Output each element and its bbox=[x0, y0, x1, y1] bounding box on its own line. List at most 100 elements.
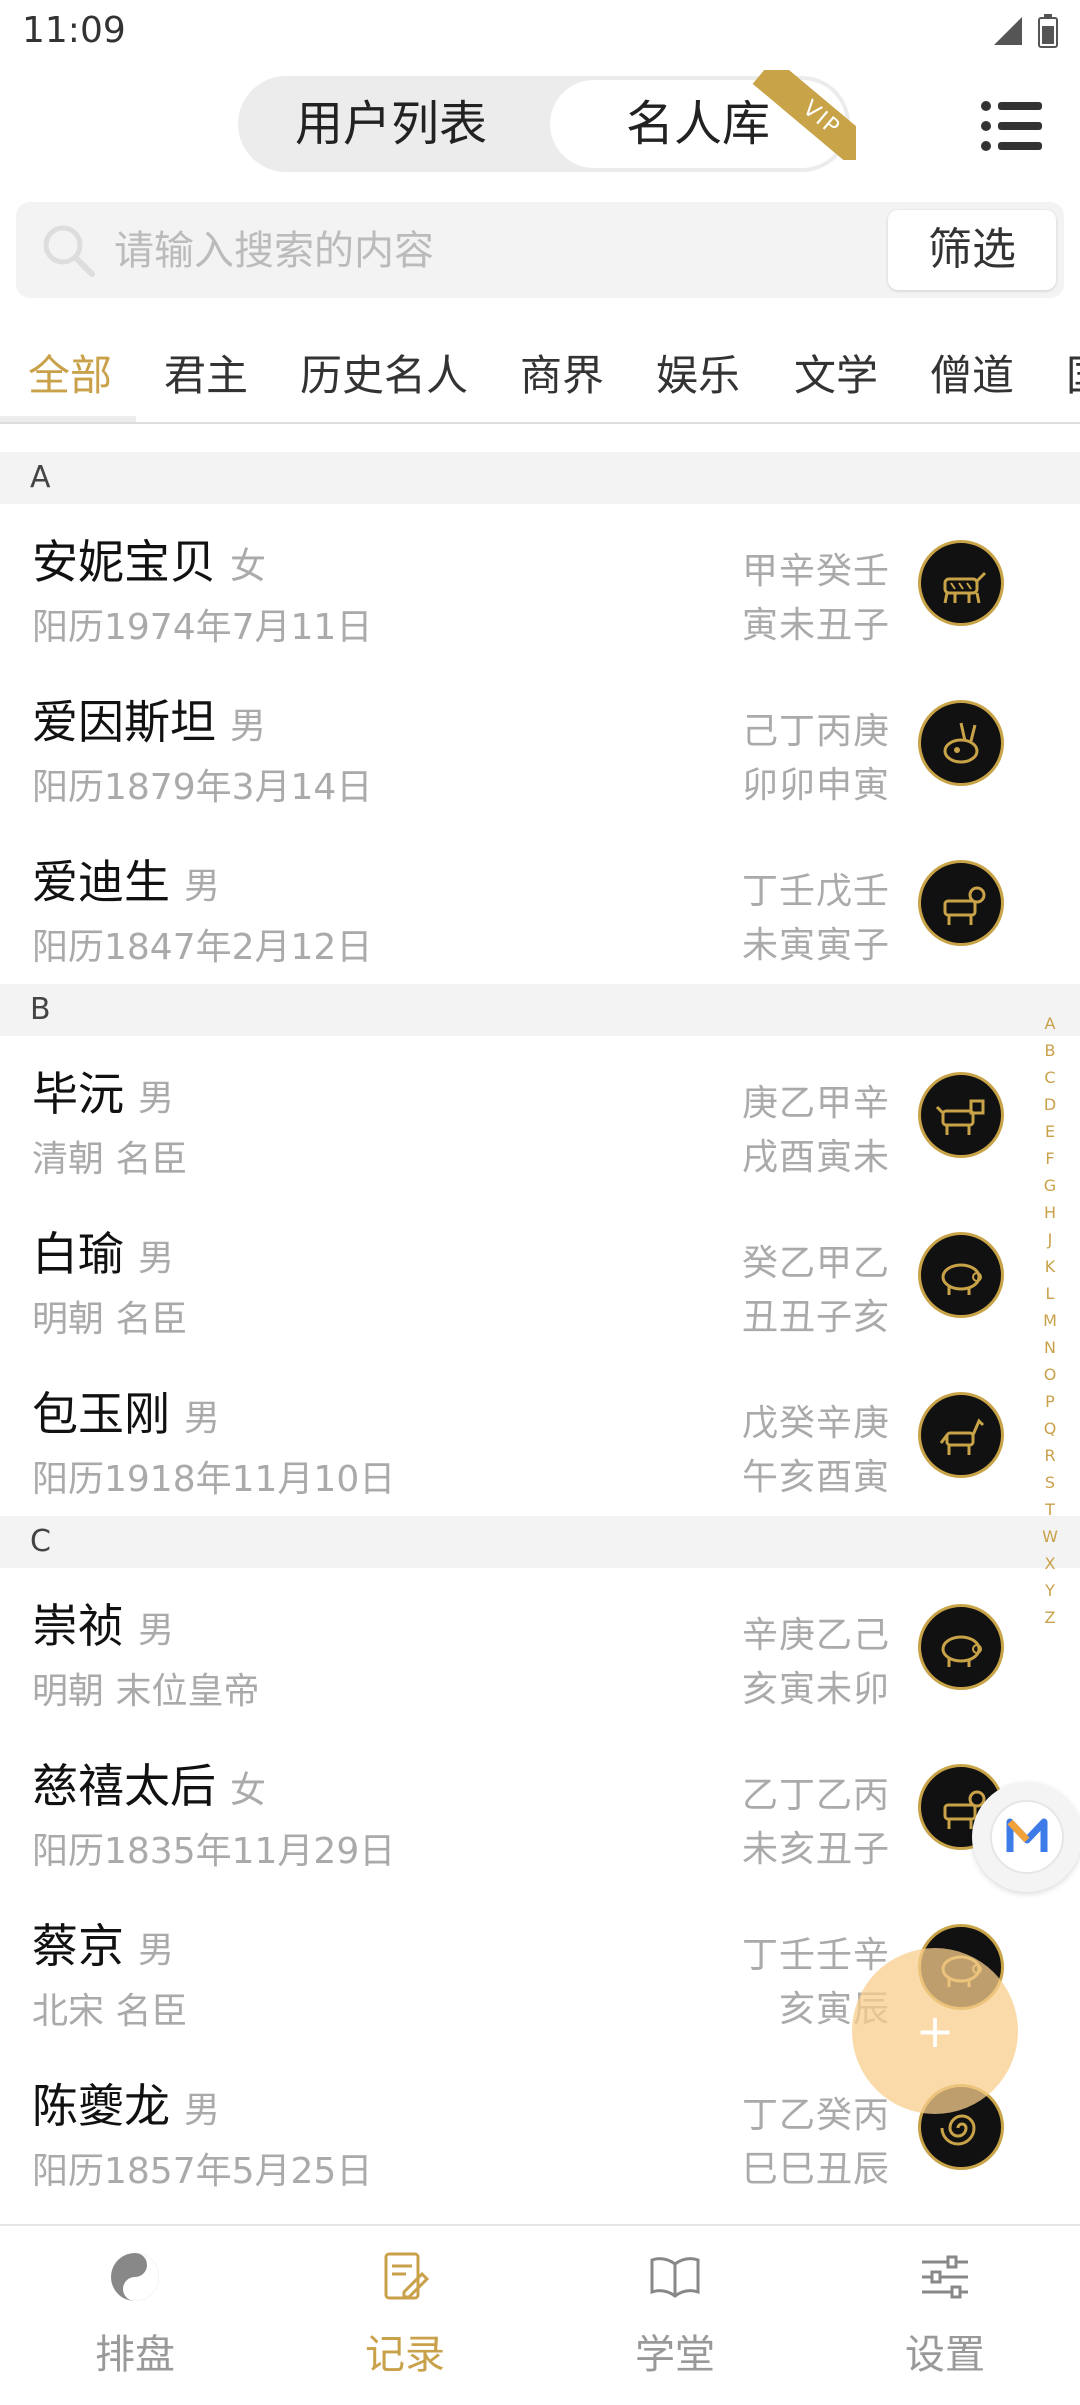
alphabet-index-letter[interactable]: G bbox=[1038, 1172, 1062, 1199]
nav-item-chart[interactable]: 排盘 bbox=[0, 2226, 270, 2405]
category-tab-historical[interactable]: 历史名人 bbox=[300, 342, 468, 403]
alphabet-index-letter[interactable]: N bbox=[1038, 1334, 1062, 1361]
category-tab-business[interactable]: 商界 bbox=[520, 342, 604, 403]
person-birth-info: 明朝 名臣 bbox=[32, 1299, 188, 1340]
bazi-stems: 丁壬戊壬 bbox=[741, 871, 890, 912]
person-name: 白瑜 bbox=[32, 1227, 124, 1281]
bazi-branches: 戌酉寅未 bbox=[741, 1137, 890, 1178]
bazi-stems: 戊癸辛庚 bbox=[741, 1403, 890, 1444]
alphabet-index-letter[interactable]: O bbox=[1038, 1361, 1062, 1388]
alphabet-index-letter[interactable]: C bbox=[1038, 1064, 1062, 1091]
alphabet-index-letter[interactable]: F bbox=[1038, 1145, 1062, 1172]
nav-item-records[interactable]: 记录 bbox=[270, 2226, 540, 2405]
alphabet-index-letter[interactable]: E bbox=[1038, 1118, 1062, 1145]
active-tab-indicator bbox=[0, 416, 136, 422]
bottom-navigation: 排盘 记录 学堂 设置 bbox=[0, 2224, 1080, 2405]
alphabet-index-letter[interactable]: K bbox=[1038, 1253, 1062, 1280]
alphabet-index-letter[interactable]: X bbox=[1038, 1550, 1062, 1577]
person-birth-info: 清朝 名臣 bbox=[32, 1139, 188, 1180]
bazi-branches: 午亥酉寅 bbox=[741, 1457, 890, 1498]
filter-button[interactable]: 筛选 bbox=[888, 210, 1056, 290]
alphabet-index-letter[interactable]: P bbox=[1038, 1388, 1062, 1415]
alphabet-index-letter[interactable]: M bbox=[1038, 1307, 1062, 1334]
person-name: 爱迪生 bbox=[32, 855, 170, 909]
person-name: 爱因斯坦 bbox=[32, 695, 216, 749]
list-item[interactable]: 慈禧太后女 阳历1835年11月29日 乙丁乙丙 未亥丑子 bbox=[0, 1728, 1080, 1888]
alphabet-index-letter[interactable]: B bbox=[1038, 1037, 1062, 1064]
person-gender: 男 bbox=[230, 706, 267, 747]
bazi-stems: 甲辛癸壬 bbox=[741, 551, 890, 592]
list-item[interactable]: 爱迪生男 阳历1847年2月12日 丁壬戊壬 未寅寅子 bbox=[0, 824, 1080, 984]
alphabet-index-letter[interactable]: Q bbox=[1038, 1415, 1062, 1442]
add-button[interactable]: + bbox=[852, 1948, 1018, 2114]
person-gender: 男 bbox=[138, 1930, 175, 1971]
bazi-stems: 己丁丙庚 bbox=[741, 711, 890, 752]
pig-zodiac-icon bbox=[918, 1604, 1004, 1690]
section-header-c: C bbox=[0, 1516, 1080, 1568]
assistant-logo-icon bbox=[990, 1800, 1064, 1874]
section-header-a: A bbox=[0, 452, 1080, 504]
list-item[interactable]: 毕沅男 清朝 名臣 庚乙甲辛 戌酉寅未 bbox=[0, 1036, 1080, 1196]
bazi-branches: 巳巳丑辰 bbox=[741, 2149, 890, 2190]
person-name: 崇祯 bbox=[32, 1599, 124, 1653]
alphabet-index-letter[interactable]: T bbox=[1038, 1496, 1062, 1523]
section-header-b: B bbox=[0, 984, 1080, 1036]
person-birth-info: 阳历1879年3月14日 bbox=[32, 767, 373, 808]
alphabet-index-letter[interactable]: Z bbox=[1038, 1604, 1062, 1631]
alphabet-index-letter[interactable]: R bbox=[1038, 1442, 1062, 1469]
bazi-stems: 丁乙癸丙 bbox=[741, 2095, 890, 2136]
alphabet-index-letter[interactable]: D bbox=[1038, 1091, 1062, 1118]
floating-assistant-button[interactable] bbox=[972, 1782, 1080, 1892]
list-item[interactable]: 爱因斯坦男 阳历1879年3月14日 己丁丙庚 卯卯申寅 bbox=[0, 664, 1080, 824]
alphabet-index-letter[interactable]: S bbox=[1038, 1469, 1062, 1496]
category-tab-entertainment[interactable]: 娱乐 bbox=[656, 342, 740, 403]
category-tab-literature[interactable]: 文学 bbox=[794, 342, 878, 403]
bazi-stems: 癸乙甲乙 bbox=[741, 1243, 890, 1284]
category-tab-all[interactable]: 全部 bbox=[28, 342, 112, 403]
alphabet-index-letter[interactable]: H bbox=[1038, 1199, 1062, 1226]
nav-item-learn[interactable]: 学堂 bbox=[540, 2226, 810, 2405]
note-edit-icon bbox=[384, 2252, 430, 2300]
person-gender: 男 bbox=[138, 1610, 175, 1651]
bazi-stems: 庚乙甲辛 bbox=[741, 1083, 890, 1124]
sliders-icon bbox=[922, 2255, 968, 2299]
alphabet-index-letter[interactable]: Y bbox=[1038, 1577, 1062, 1604]
person-name: 慈禧太后 bbox=[32, 1759, 216, 1813]
alphabet-index-letter[interactable]: A bbox=[1038, 1010, 1062, 1037]
alphabet-index-letter[interactable]: W bbox=[1038, 1523, 1062, 1550]
person-gender: 女 bbox=[230, 546, 267, 587]
bazi-branches: 寅未丑子 bbox=[741, 605, 890, 646]
person-birth-info: 阳历1847年2月12日 bbox=[32, 927, 373, 968]
search-bar: 筛选 bbox=[16, 202, 1064, 298]
list-item[interactable]: 白瑜男 明朝 名臣 癸乙甲乙 丑丑子亥 bbox=[0, 1196, 1080, 1356]
bazi-stems: 乙丁乙丙 bbox=[741, 1775, 890, 1816]
alphabet-index[interactable]: A B C D E F G H J K L M N O P Q R S T W … bbox=[1038, 1010, 1062, 1631]
category-tab-monarch[interactable]: 君主 bbox=[164, 342, 248, 403]
pig-zodiac-icon bbox=[918, 1232, 1004, 1318]
category-tabs: 全部 君主 历史名人 商界 娱乐 文学 僧道 国 bbox=[0, 322, 1080, 424]
list-item[interactable]: 崇祯男 明朝 末位皇帝 辛庚乙己 亥寅未卯 bbox=[0, 1568, 1080, 1728]
search-input[interactable] bbox=[112, 218, 896, 284]
category-tab-more[interactable]: 国 bbox=[1066, 342, 1080, 403]
nav-item-settings[interactable]: 设置 bbox=[810, 2226, 1080, 2405]
person-birth-info: 阳历1857年5月25日 bbox=[32, 2151, 373, 2192]
list-item[interactable]: 安妮宝贝女 阳历1974年7月11日 甲辛癸壬 寅未丑子 bbox=[0, 504, 1080, 664]
goat-zodiac-icon bbox=[918, 860, 1004, 946]
vip-badge: VIP bbox=[752, 70, 856, 160]
person-birth-info: 明朝 末位皇帝 bbox=[32, 1671, 260, 1712]
alphabet-index-letter[interactable]: J bbox=[1038, 1226, 1062, 1253]
person-name: 毕沅 bbox=[32, 1067, 124, 1121]
book-icon bbox=[650, 2257, 700, 2298]
signal-icon bbox=[994, 17, 1022, 45]
menu-icon[interactable] bbox=[980, 98, 1044, 154]
list-item[interactable]: 包玉刚男 阳历1918年11月10日 戊癸辛庚 午亥酉寅 bbox=[0, 1356, 1080, 1516]
tab-user-list[interactable]: 用户列表 bbox=[238, 76, 544, 172]
vip-ribbon: VIP bbox=[752, 70, 856, 160]
dog-zodiac-icon bbox=[918, 1072, 1004, 1158]
bazi-stems: 辛庚乙己 bbox=[741, 1615, 890, 1656]
person-gender: 男 bbox=[184, 2090, 221, 2131]
alphabet-index-letter[interactable]: L bbox=[1038, 1280, 1062, 1307]
yin-yang-icon bbox=[111, 2253, 159, 2301]
category-tab-religion[interactable]: 僧道 bbox=[930, 342, 1014, 403]
bazi-branches: 未亥丑子 bbox=[741, 1829, 890, 1870]
